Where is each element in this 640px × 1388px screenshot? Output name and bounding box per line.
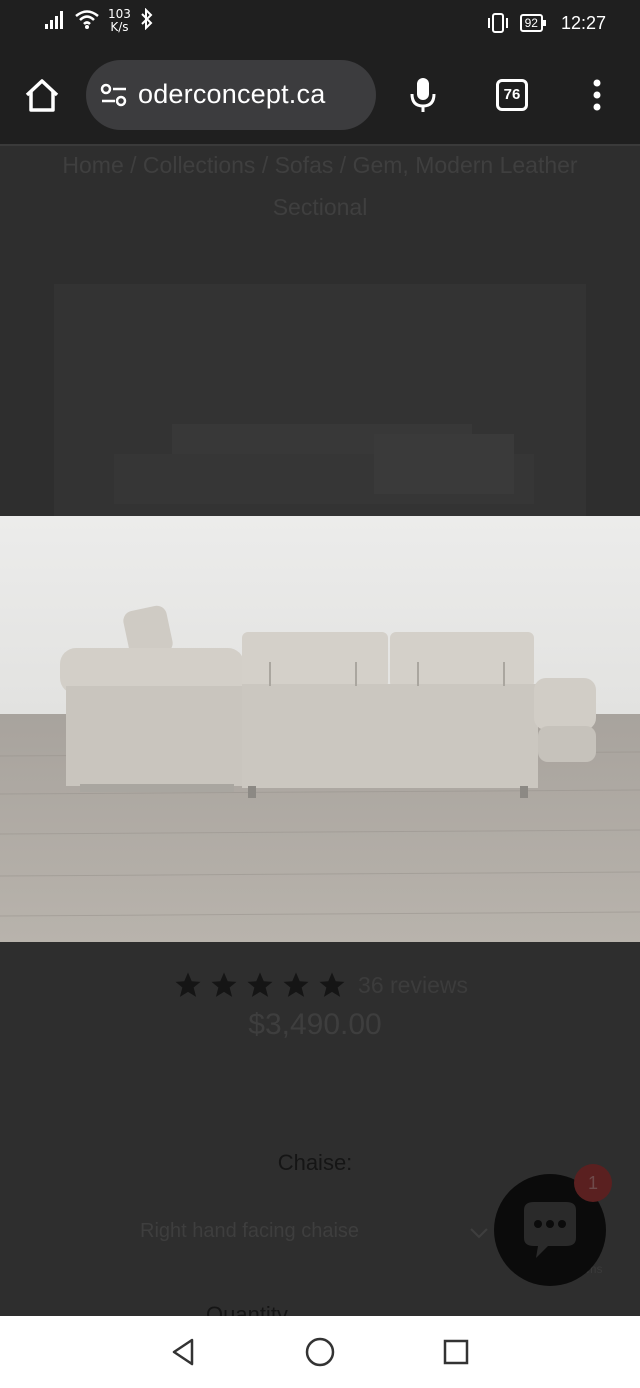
url-text[interactable]: oderconcept.ca bbox=[138, 79, 325, 110]
dimmed-sofa-thumbnail bbox=[114, 424, 534, 504]
quantity-label: Quantity bbox=[206, 1302, 288, 1316]
web-page: Home / Collections / Sofas / Gem, Modern… bbox=[0, 144, 640, 1316]
breadcrumb[interactable]: Home / Collections / Sofas / Gem, Modern… bbox=[60, 144, 580, 228]
product-image[interactable] bbox=[0, 516, 640, 942]
system-navigation-bar bbox=[0, 1316, 640, 1388]
network-speed-unit: K/s bbox=[110, 20, 129, 34]
network-speed: 103 K/s bbox=[108, 8, 131, 34]
site-settings-icon[interactable] bbox=[100, 82, 128, 108]
address-bar[interactable]: oderconcept.ca bbox=[86, 60, 376, 130]
star-icon bbox=[283, 972, 309, 997]
star-icon bbox=[319, 972, 345, 997]
recents-icon[interactable] bbox=[441, 1336, 471, 1368]
chat-notification-badge: 1 bbox=[574, 1164, 612, 1202]
rating-stars bbox=[172, 970, 348, 1000]
bluetooth-icon bbox=[141, 8, 153, 30]
chaise-select[interactable]: Right hand facing chaise bbox=[140, 1220, 490, 1256]
browser-toolbar: oderconcept.ca 76 bbox=[0, 46, 640, 144]
product-gallery-background bbox=[54, 284, 586, 516]
battery-indicator: 92 bbox=[519, 14, 547, 32]
microphone-icon[interactable] bbox=[408, 76, 438, 114]
more-options-icon[interactable] bbox=[590, 76, 604, 114]
star-icon bbox=[175, 972, 201, 997]
product-price: $3,490.00 bbox=[248, 1008, 382, 1041]
status-right: 92 12:27 bbox=[486, 12, 606, 34]
chaise-select-value: Right hand facing chaise bbox=[140, 1220, 360, 1242]
home-icon[interactable] bbox=[22, 76, 62, 116]
chevron-down-icon bbox=[470, 1228, 488, 1239]
cell-signal-icon bbox=[45, 11, 63, 29]
reviews-count[interactable]: 36 reviews bbox=[358, 972, 468, 999]
tab-switcher-button[interactable]: 76 bbox=[496, 79, 528, 111]
star-icon bbox=[247, 972, 273, 997]
clock: 12:27 bbox=[560, 12, 606, 33]
rating-row[interactable]: 36 reviews bbox=[0, 970, 640, 1000]
home-nav-icon[interactable] bbox=[304, 1336, 336, 1368]
back-icon[interactable] bbox=[168, 1336, 198, 1368]
chaise-label: Chaise: bbox=[277, 1150, 353, 1175]
vibrate-icon bbox=[487, 13, 508, 33]
status-bar: 103 K/s 92 12:27 bbox=[0, 0, 640, 46]
status-left: 103 K/s bbox=[44, 8, 155, 34]
star-icon bbox=[211, 972, 237, 997]
wifi-icon bbox=[75, 10, 99, 29]
